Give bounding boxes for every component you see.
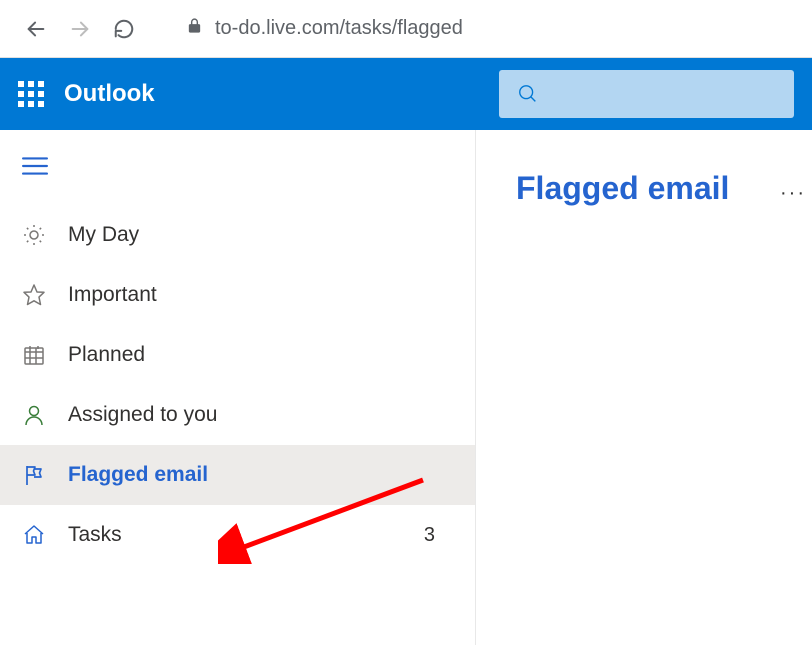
page-title: Flagged email [516,170,792,207]
browser-toolbar: to-do.live.com/tasks/flagged [0,0,812,58]
sidebar-item-assigned[interactable]: Assigned to you [0,385,475,445]
flag-icon [22,463,46,487]
address-bar[interactable]: to-do.live.com/tasks/flagged [168,10,794,48]
sun-icon [22,223,46,247]
app-header: Outlook [0,58,812,130]
brand-label[interactable]: Outlook [64,80,155,108]
sidebar-item-planned[interactable]: Planned [0,325,475,385]
sidebar: My Day Important Planned Assigned to you [0,130,476,645]
forward-button[interactable] [62,11,98,47]
star-icon [22,283,46,307]
sidebar-item-tasks[interactable]: Tasks 3 [0,505,475,565]
menu-toggle-button[interactable] [0,150,475,205]
back-button[interactable] [18,11,54,47]
app-launcher-icon[interactable] [18,81,44,107]
sidebar-item-label: My Day [68,223,453,247]
home-icon [22,523,46,547]
sidebar-item-my-day[interactable]: My Day [0,205,475,265]
calendar-icon [22,343,46,367]
sidebar-item-label: Flagged email [68,463,453,487]
lock-icon [186,17,203,40]
url-text: to-do.live.com/tasks/flagged [215,17,463,40]
sidebar-item-flagged-email[interactable]: Flagged email [0,445,475,505]
search-icon [517,83,539,105]
sidebar-item-label: Planned [68,343,453,367]
sidebar-item-label: Tasks [68,523,402,547]
person-icon [22,403,46,427]
main-content: Flagged email ··· [476,130,812,645]
more-options-button[interactable]: ··· [780,182,806,205]
sidebar-item-label: Important [68,283,453,307]
sidebar-item-important[interactable]: Important [0,265,475,325]
sidebar-item-count: 3 [424,524,435,547]
search-input[interactable] [499,70,794,118]
sidebar-item-label: Assigned to you [68,403,453,427]
reload-button[interactable] [106,11,142,47]
